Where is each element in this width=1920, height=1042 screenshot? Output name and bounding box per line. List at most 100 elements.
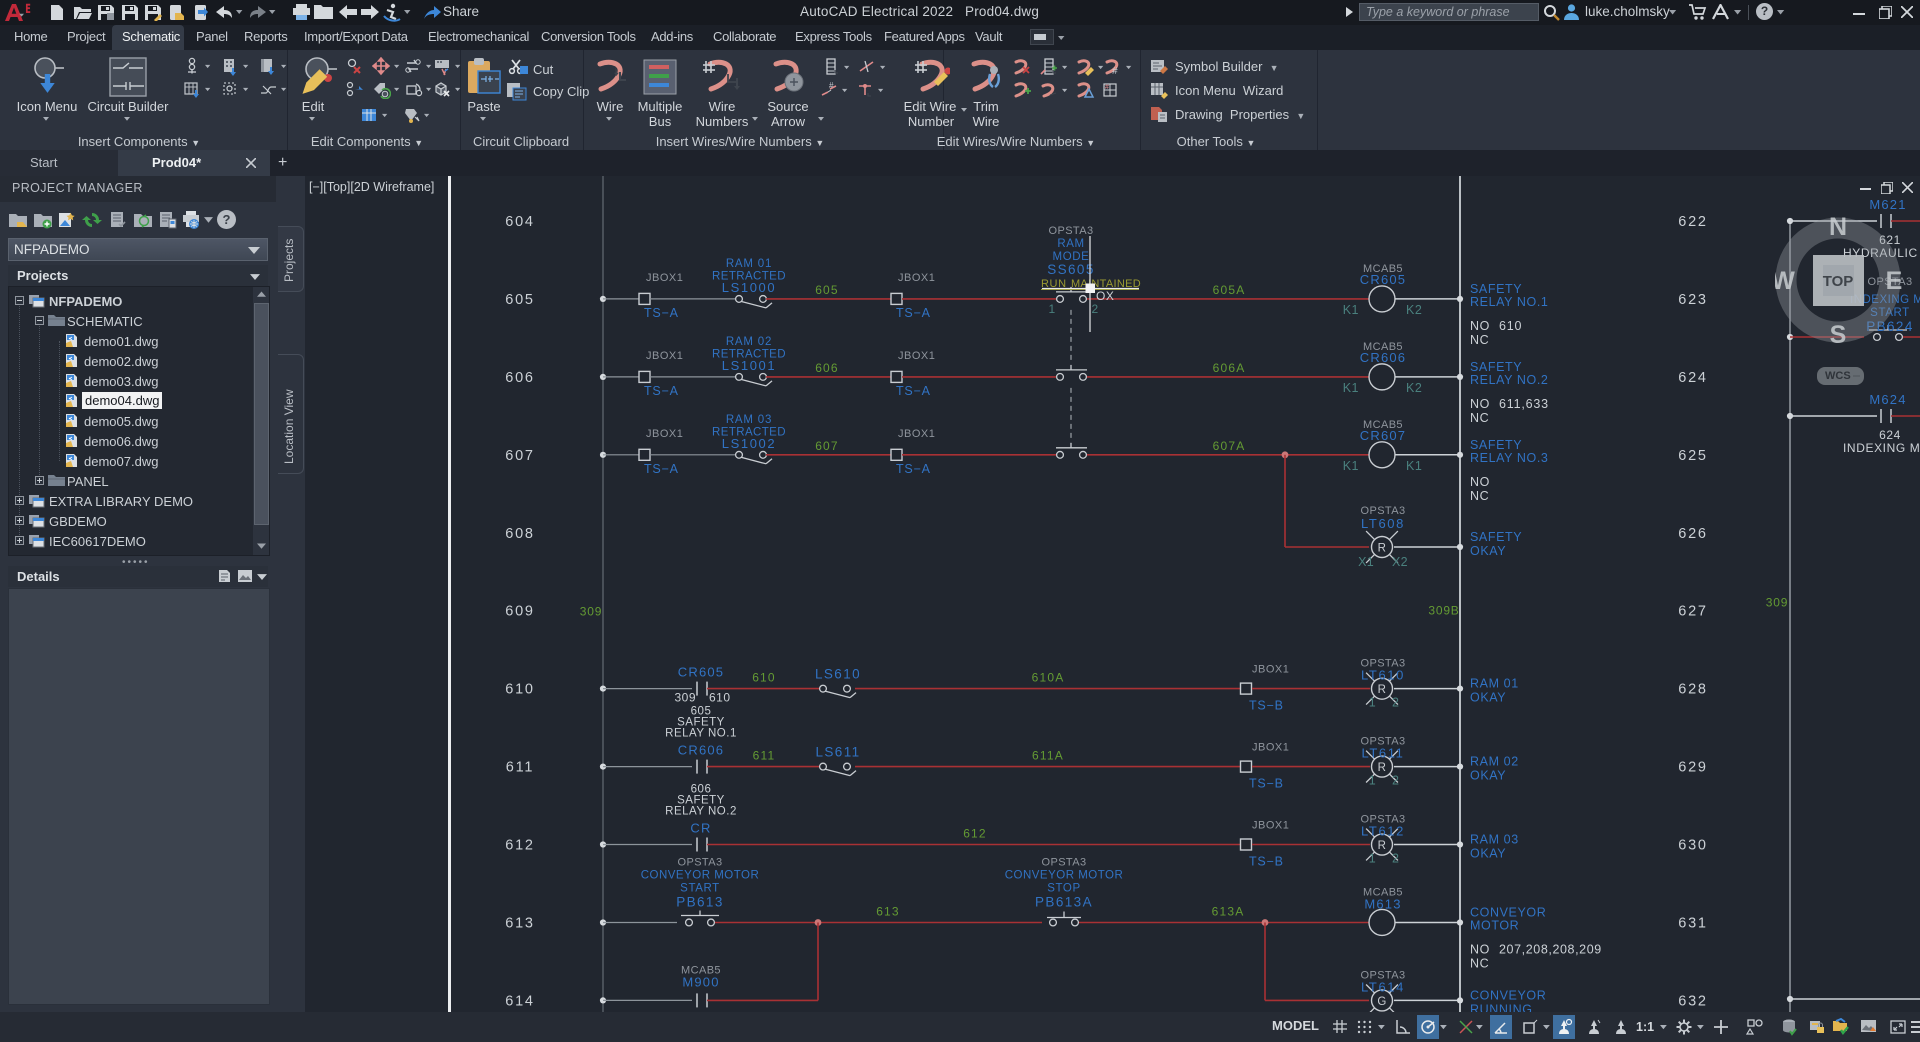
svg-text:1: 1 xyxy=(1048,302,1055,316)
svg-text:STOP: STOP xyxy=(1047,883,1081,895)
svg-text:611: 611 xyxy=(506,760,535,776)
svg-text:626: 626 xyxy=(1678,526,1708,542)
svg-text:RUNNING: RUNNING xyxy=(1470,1002,1533,1012)
svg-text:LT610: LT610 xyxy=(1361,668,1405,683)
svg-text:623: 623 xyxy=(1678,292,1708,308)
svg-text:610: 610 xyxy=(1499,319,1522,333)
svg-text:610: 610 xyxy=(709,691,731,705)
svg-text:CR605: CR605 xyxy=(678,665,724,680)
svg-text:LT614: LT614 xyxy=(1361,979,1405,994)
svg-text:RELAY NO.2: RELAY NO.2 xyxy=(1470,373,1549,387)
svg-text:JBOX1: JBOX1 xyxy=(646,428,683,440)
svg-text:630: 630 xyxy=(1678,838,1708,854)
svg-text:MOTOR: MOTOR xyxy=(1470,919,1519,933)
svg-text:613A: 613A xyxy=(1212,905,1245,919)
svg-text:TS−B: TS−B xyxy=(1249,699,1284,713)
svg-text:LS1000: LS1000 xyxy=(722,280,776,295)
svg-text:OPSTA3: OPSTA3 xyxy=(678,857,723,869)
svg-text:605: 605 xyxy=(505,292,535,308)
svg-text:309: 309 xyxy=(1766,596,1788,610)
svg-text:NO: NO xyxy=(1470,475,1490,489)
svg-text:LS610: LS610 xyxy=(815,667,861,682)
svg-text:612: 612 xyxy=(963,827,987,841)
svg-text:JBOX1: JBOX1 xyxy=(898,350,935,362)
svg-text:RAM 02: RAM 02 xyxy=(726,336,772,348)
svg-text:OPSTA3: OPSTA3 xyxy=(1049,225,1094,237)
svg-text:OKAY: OKAY xyxy=(1470,769,1506,783)
svg-text:OKAY: OKAY xyxy=(1470,691,1506,705)
svg-text:TS−A: TS−A xyxy=(896,306,931,320)
svg-text:R: R xyxy=(1378,762,1387,774)
svg-text:LT612: LT612 xyxy=(1361,824,1405,839)
svg-text:622: 622 xyxy=(1678,214,1708,230)
svg-text:609: 609 xyxy=(505,604,535,620)
svg-text:G: G xyxy=(1377,996,1386,1008)
svg-text:611: 611 xyxy=(753,749,776,763)
svg-text:606: 606 xyxy=(815,361,839,375)
svg-text:CR605: CR605 xyxy=(1360,272,1406,287)
svg-text:RAM 02: RAM 02 xyxy=(1470,755,1519,769)
svg-text:OKAY: OKAY xyxy=(1470,544,1506,558)
svg-text:R: R xyxy=(1378,543,1387,555)
svg-text:LS611: LS611 xyxy=(815,745,860,760)
svg-text:RAM 03: RAM 03 xyxy=(1470,833,1519,847)
svg-text:624: 624 xyxy=(1879,428,1901,442)
svg-text:#: # xyxy=(829,81,834,90)
svg-text:628: 628 xyxy=(1678,682,1708,698)
svg-text:207,208,208,209: 207,208,208,209 xyxy=(1499,943,1602,957)
svg-text:CR: CR xyxy=(690,821,711,836)
svg-text:2: 2 xyxy=(1392,774,1399,788)
svg-text:629: 629 xyxy=(1678,760,1708,776)
svg-text:TS−B: TS−B xyxy=(1249,777,1284,791)
svg-text:607A: 607A xyxy=(1213,439,1246,453)
svg-text:K1: K1 xyxy=(1406,459,1422,473)
svg-text:612: 612 xyxy=(505,838,535,854)
svg-text:SAFETY: SAFETY xyxy=(1470,438,1522,452)
svg-text:N: N xyxy=(1829,217,1847,241)
svg-text:605: 605 xyxy=(815,283,839,297)
svg-text:611A: 611A xyxy=(1032,749,1064,763)
svg-text:CR607: CR607 xyxy=(1360,428,1406,443)
svg-text:RELAY NO.3: RELAY NO.3 xyxy=(1470,451,1549,465)
svg-text:K2: K2 xyxy=(1406,303,1422,317)
svg-text:607: 607 xyxy=(815,439,839,453)
svg-text:NO: NO xyxy=(1470,397,1490,411)
svg-text:TS−B: TS−B xyxy=(1249,855,1284,869)
svg-text:CONVEYOR: CONVEYOR xyxy=(1470,906,1546,920)
svg-text:JBOX1: JBOX1 xyxy=(1252,742,1289,754)
svg-text:TS−A: TS−A xyxy=(644,462,679,476)
svg-text:CR606: CR606 xyxy=(1360,350,1406,365)
svg-text:M624: M624 xyxy=(1869,392,1906,407)
svg-text:M900: M900 xyxy=(682,974,719,989)
svg-text:RAM 01: RAM 01 xyxy=(726,258,772,270)
svg-text:RELAY NO.1: RELAY NO.1 xyxy=(1470,295,1549,309)
svg-text:604: 604 xyxy=(505,214,535,230)
svg-text:W: W xyxy=(1775,267,1795,295)
svg-text:JBOX1: JBOX1 xyxy=(646,272,683,284)
svg-text:LS1002: LS1002 xyxy=(722,436,776,451)
svg-text:RAM: RAM xyxy=(1057,238,1084,250)
svg-text:607: 607 xyxy=(505,448,535,464)
svg-text:1: 1 xyxy=(1369,774,1376,788)
svg-text:SAFETY: SAFETY xyxy=(1470,530,1522,544)
svg-text:INDEXING MOT: INDEXING MOT xyxy=(1843,441,1920,455)
svg-text:RELAY NO.2: RELAY NO.2 xyxy=(665,806,737,818)
svg-text:631: 631 xyxy=(1678,916,1708,932)
svg-text:K1: K1 xyxy=(1343,459,1359,473)
svg-text:JBOX1: JBOX1 xyxy=(1252,820,1289,832)
svg-text:CONVEYOR MOTOR: CONVEYOR MOTOR xyxy=(1005,870,1124,882)
svg-text:SS605: SS605 xyxy=(1047,262,1095,277)
svg-text:CONVEYOR: CONVEYOR xyxy=(1470,988,1546,1002)
svg-text:OX: OX xyxy=(1096,289,1114,303)
svg-text:NC: NC xyxy=(1470,333,1489,347)
svg-text:M621: M621 xyxy=(1869,197,1906,212)
svg-text:625: 625 xyxy=(1678,448,1708,464)
svg-text:610: 610 xyxy=(752,671,776,685)
svg-text:624: 624 xyxy=(1678,370,1708,386)
svg-text:JBOX1: JBOX1 xyxy=(898,428,935,440)
svg-text:608: 608 xyxy=(505,526,535,542)
svg-text:K2: K2 xyxy=(1406,381,1422,395)
svg-text:JBOX1: JBOX1 xyxy=(646,350,683,362)
svg-text:K1: K1 xyxy=(1343,381,1359,395)
svg-text:RELAY NO.1: RELAY NO.1 xyxy=(665,728,737,740)
